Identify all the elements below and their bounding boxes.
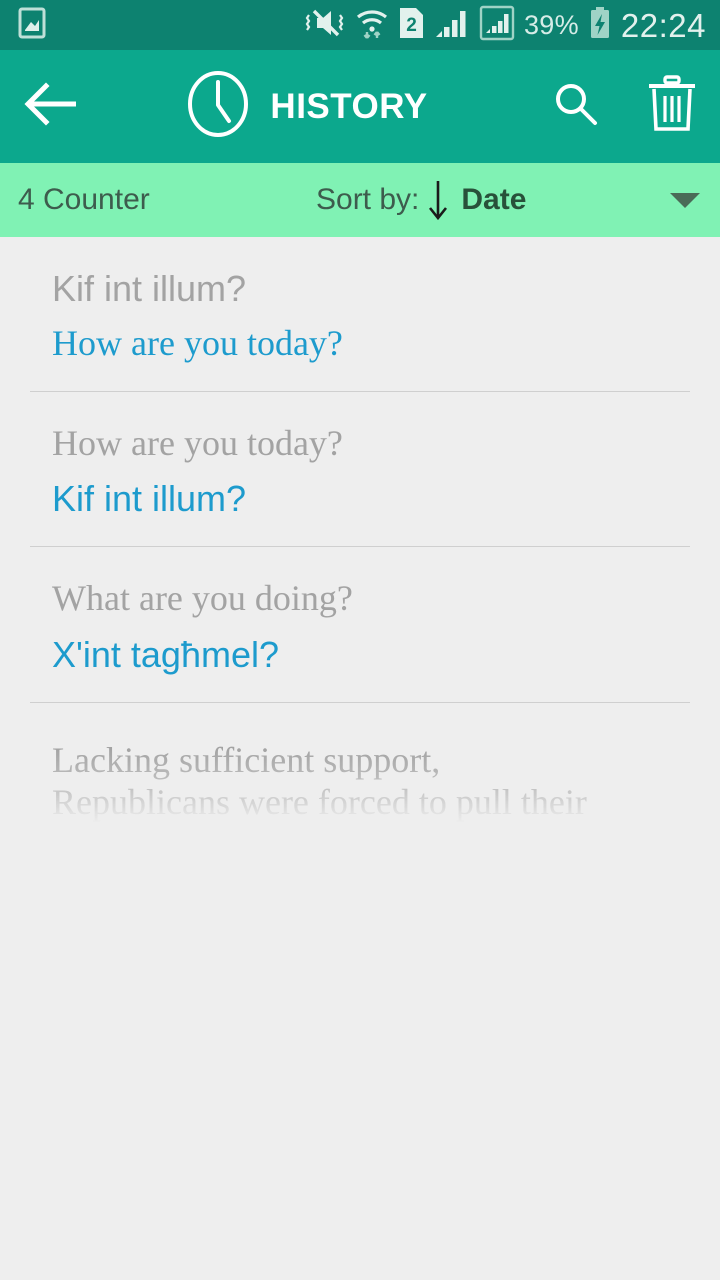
svg-text:2: 2: [406, 15, 417, 36]
history-item-source: Kif int illum?: [52, 268, 247, 309]
clock-icon: [186, 69, 250, 144]
page-title: HISTORY: [270, 86, 428, 126]
sort-dropdown-button[interactable]: [664, 163, 706, 237]
wifi-icon: [355, 6, 389, 45]
history-item[interactable]: What are you doing? X'int tagħmel?: [0, 547, 720, 679]
status-bar-clock: 22:24: [620, 6, 706, 44]
history-item-target: X'int tagħmel?: [52, 633, 280, 675]
search-icon: [551, 79, 601, 134]
signal-bars-icon: [434, 6, 470, 45]
status-bar: 2 39% 22:24: [0, 0, 720, 50]
status-bar-notifications: [18, 7, 46, 44]
back-arrow-icon: [22, 82, 82, 131]
app-bar: HISTORY: [0, 50, 720, 163]
page-title-group: HISTORY: [86, 69, 528, 144]
history-item-source: How are you today?: [52, 423, 343, 464]
sort-by-control[interactable]: Sort by: Date: [316, 177, 526, 223]
history-item-source: What are you doing?: [52, 578, 353, 619]
signal-bars-boxed-icon: [479, 5, 515, 46]
vibrate-mute-icon: [304, 6, 346, 45]
history-item-target: Kif int illum?: [52, 478, 247, 520]
delete-history-button[interactable]: [624, 50, 720, 163]
sort-value-label: Date: [461, 183, 527, 216]
battery-percent-label: 39%: [523, 9, 579, 40]
chevron-down-icon: [670, 192, 700, 208]
battery-charging-icon: [588, 6, 612, 45]
history-item-target: How are you today?: [52, 323, 343, 364]
sim-2-icon: 2: [398, 6, 425, 45]
status-bar-indicators: 2 39% 22:24: [304, 5, 706, 46]
history-item[interactable]: How are you today? Kif int illum?: [0, 392, 720, 524]
search-button[interactable]: [528, 50, 624, 163]
sort-bar: 4 Counter Sort by: Date: [0, 163, 720, 237]
history-item-source: Lacking sufficient support, Republicans …: [52, 739, 587, 822]
history-list[interactable]: Kif int illum? How are you today? How ar…: [0, 237, 720, 1280]
sort-by-label: Sort by:: [316, 183, 420, 216]
history-item[interactable]: Kif int illum? How are you today?: [0, 237, 720, 369]
arrow-down-icon[interactable]: [419, 177, 457, 223]
counter-label: 4 Counter: [18, 183, 150, 216]
screenshot-image-icon: [18, 7, 46, 44]
history-item[interactable]: Lacking sufficient support, Republicans …: [0, 703, 720, 823]
trash-icon: [646, 75, 698, 138]
